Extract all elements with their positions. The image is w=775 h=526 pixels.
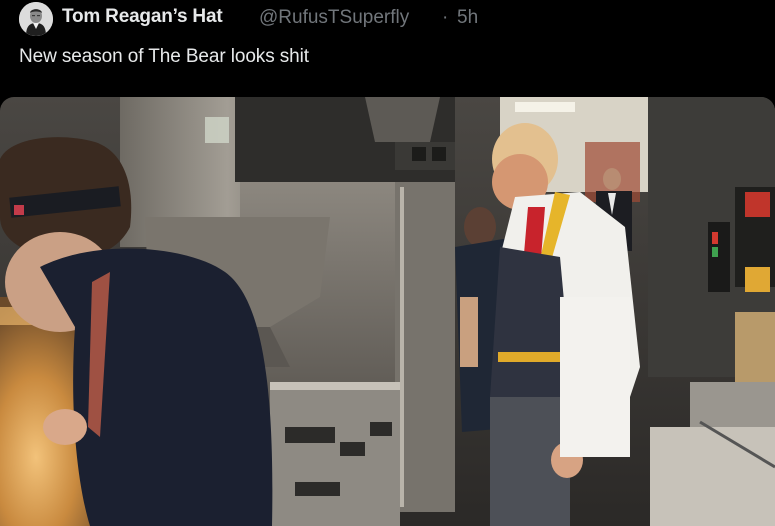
- author-display-name[interactable]: Tom Reagan’s Hat: [62, 6, 223, 28]
- avatar-portrait-icon: [19, 2, 53, 36]
- tweet-media-photo[interactable]: [0, 97, 775, 526]
- separator-dot: ·: [442, 7, 449, 28]
- tweet: Tom Reagan’s Hat @RufusTSuperfly · 5h Ne…: [0, 0, 775, 526]
- avatar[interactable]: [19, 2, 53, 36]
- tweet-timestamp[interactable]: 5h: [457, 7, 478, 29]
- kitchen-photo: [0, 97, 775, 526]
- author-handle[interactable]: @RufusTSuperfly: [259, 7, 409, 29]
- tweet-text: New season of The Bear looks shit: [19, 46, 309, 67]
- tweet-header: Tom Reagan’s Hat @RufusTSuperfly · 5h: [0, 0, 775, 40]
